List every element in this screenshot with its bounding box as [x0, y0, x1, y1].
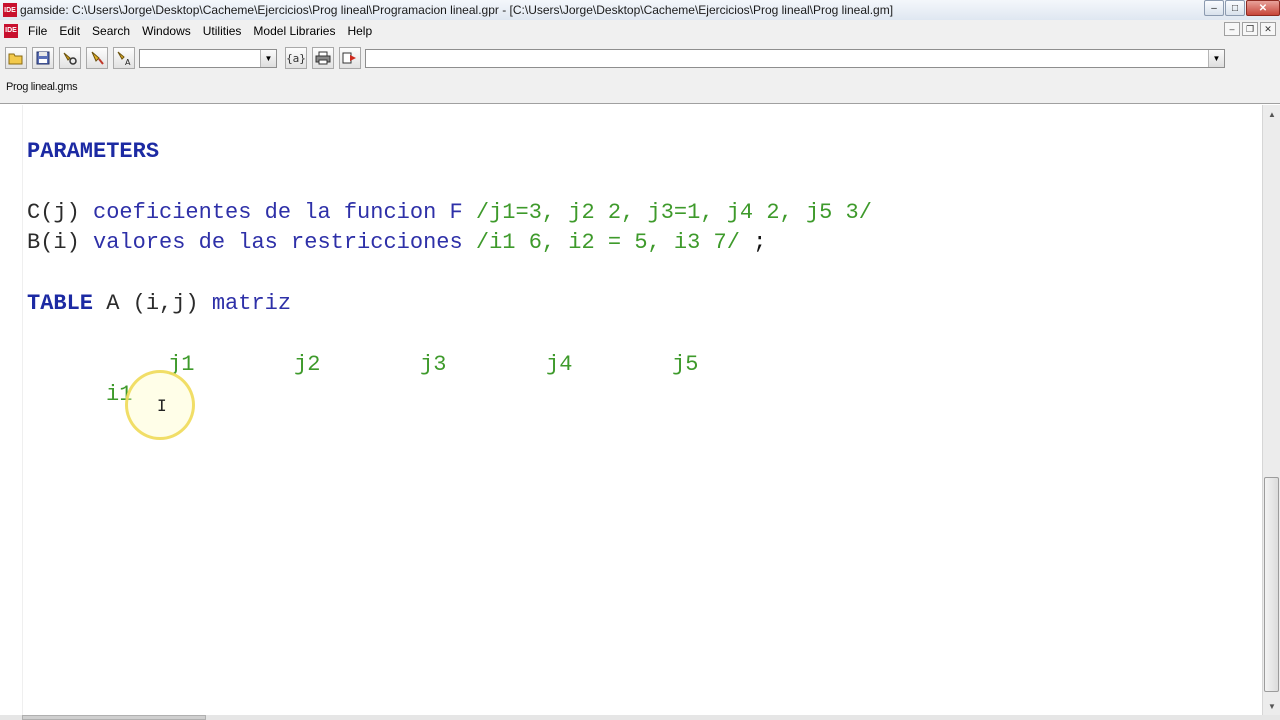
title-bar: IDE gamside: C:\Users\Jorge\Desktop\Cach…: [0, 0, 1280, 20]
app-icon: IDE: [3, 3, 17, 17]
column-j2: j2: [294, 352, 321, 377]
code-line-c: C(j) coeficientes de la funcion F /j1=3,…: [27, 198, 872, 228]
close-button[interactable]: ✕: [1246, 0, 1280, 16]
flashlight-replace-icon: A: [117, 51, 131, 66]
menu-file[interactable]: File: [24, 21, 55, 41]
maximize-button[interactable]: □: [1225, 0, 1245, 16]
print-button[interactable]: [312, 47, 334, 69]
horizontal-scrollbar[interactable]: [0, 715, 1280, 720]
menu-bar: IDE File Edit Search Windows Utilities M…: [0, 20, 1280, 41]
code-line-b: B(i) valores de las restricciones /i1 6,…: [27, 228, 766, 258]
flashlight-icon: [91, 51, 104, 65]
open-file-button[interactable]: [5, 47, 27, 69]
param-b-data: /i1 6, i2 = 5, i3 7/: [475, 230, 740, 255]
column-j3: j3: [420, 352, 447, 377]
doc-restore-button[interactable]: ❐: [1242, 22, 1258, 36]
scroll-up-icon[interactable]: ▲: [1265, 107, 1279, 121]
menu-help[interactable]: Help: [343, 21, 380, 41]
menu-windows[interactable]: Windows: [138, 21, 199, 41]
text-cursor-icon: I: [157, 396, 167, 415]
table-ident: A (i,j): [106, 291, 199, 316]
floppy-disk-icon: [36, 51, 50, 65]
find-button[interactable]: [59, 47, 81, 69]
chevron-down-icon[interactable]: ▼: [260, 49, 276, 67]
replace-button[interactable]: A: [113, 47, 135, 69]
chevron-down-icon[interactable]: ▼: [1208, 49, 1224, 67]
column-j4: j4: [546, 352, 573, 377]
code-line-table: TABLE A (i,j) matriz: [27, 289, 291, 319]
run-button[interactable]: [339, 47, 361, 69]
statement-terminator: ;: [753, 230, 767, 255]
find-next-button[interactable]: [86, 47, 108, 69]
save-button[interactable]: [32, 47, 54, 69]
param-c-ident: C(j): [27, 200, 80, 225]
table-keyword: TABLE: [27, 291, 94, 316]
parameters-keyword: PARAMETERS: [27, 139, 160, 164]
param-b-description: valores de las restricciones: [93, 230, 463, 255]
search-combo[interactable]: ▼: [139, 48, 277, 68]
flashlight-search-icon: [63, 52, 77, 65]
scrollbar-thumb[interactable]: [1264, 477, 1279, 692]
macro-button[interactable]: {a}: [285, 47, 307, 69]
param-b-ident: B(i): [27, 230, 80, 255]
braces-icon: {a}: [286, 51, 306, 65]
run-arrow-icon: [342, 52, 356, 64]
printer-icon: [315, 51, 331, 65]
param-c-data: /j1=3, j2 2, j3=1, j4 2, j5 3/: [475, 200, 872, 225]
window-controls: – □ ✕: [1203, 0, 1280, 18]
menu-model-libraries[interactable]: Model Libraries: [249, 21, 343, 41]
toolbar: A ▼ {a} ▼: [0, 41, 1280, 75]
menu-utilities[interactable]: Utilities: [199, 21, 250, 41]
folder-open-icon: [8, 53, 23, 65]
window-title: gamside: C:\Users\Jorge\Desktop\Cacheme\…: [20, 3, 894, 17]
tab-prog-lineal[interactable]: Prog lineal.gms: [0, 79, 84, 95]
doc-minimize-button[interactable]: –: [1224, 22, 1240, 36]
editor-gutter-line: [22, 105, 23, 715]
document-icon[interactable]: IDE: [4, 23, 18, 38]
scroll-down-icon[interactable]: ▼: [1265, 699, 1279, 713]
vertical-scrollbar[interactable]: ▲ ▼: [1262, 105, 1280, 715]
param-c-description: coeficientes de la funcion F: [93, 200, 463, 225]
menu-edit[interactable]: Edit: [55, 21, 88, 41]
minimize-button[interactable]: –: [1204, 0, 1224, 16]
horizontal-scrollbar-thumb[interactable]: [22, 715, 206, 720]
column-j5: j5: [672, 352, 699, 377]
doc-close-button[interactable]: ✕: [1260, 22, 1276, 36]
table-description: matriz: [211, 291, 292, 316]
command-combo[interactable]: ▼: [365, 48, 1225, 68]
menu-search[interactable]: Search: [88, 21, 138, 41]
file-tab-bar: Prog lineal.gms: [0, 75, 1280, 104]
svg-text:A: A: [125, 58, 131, 66]
document-window-controls: – ❐ ✕: [1222, 22, 1276, 36]
